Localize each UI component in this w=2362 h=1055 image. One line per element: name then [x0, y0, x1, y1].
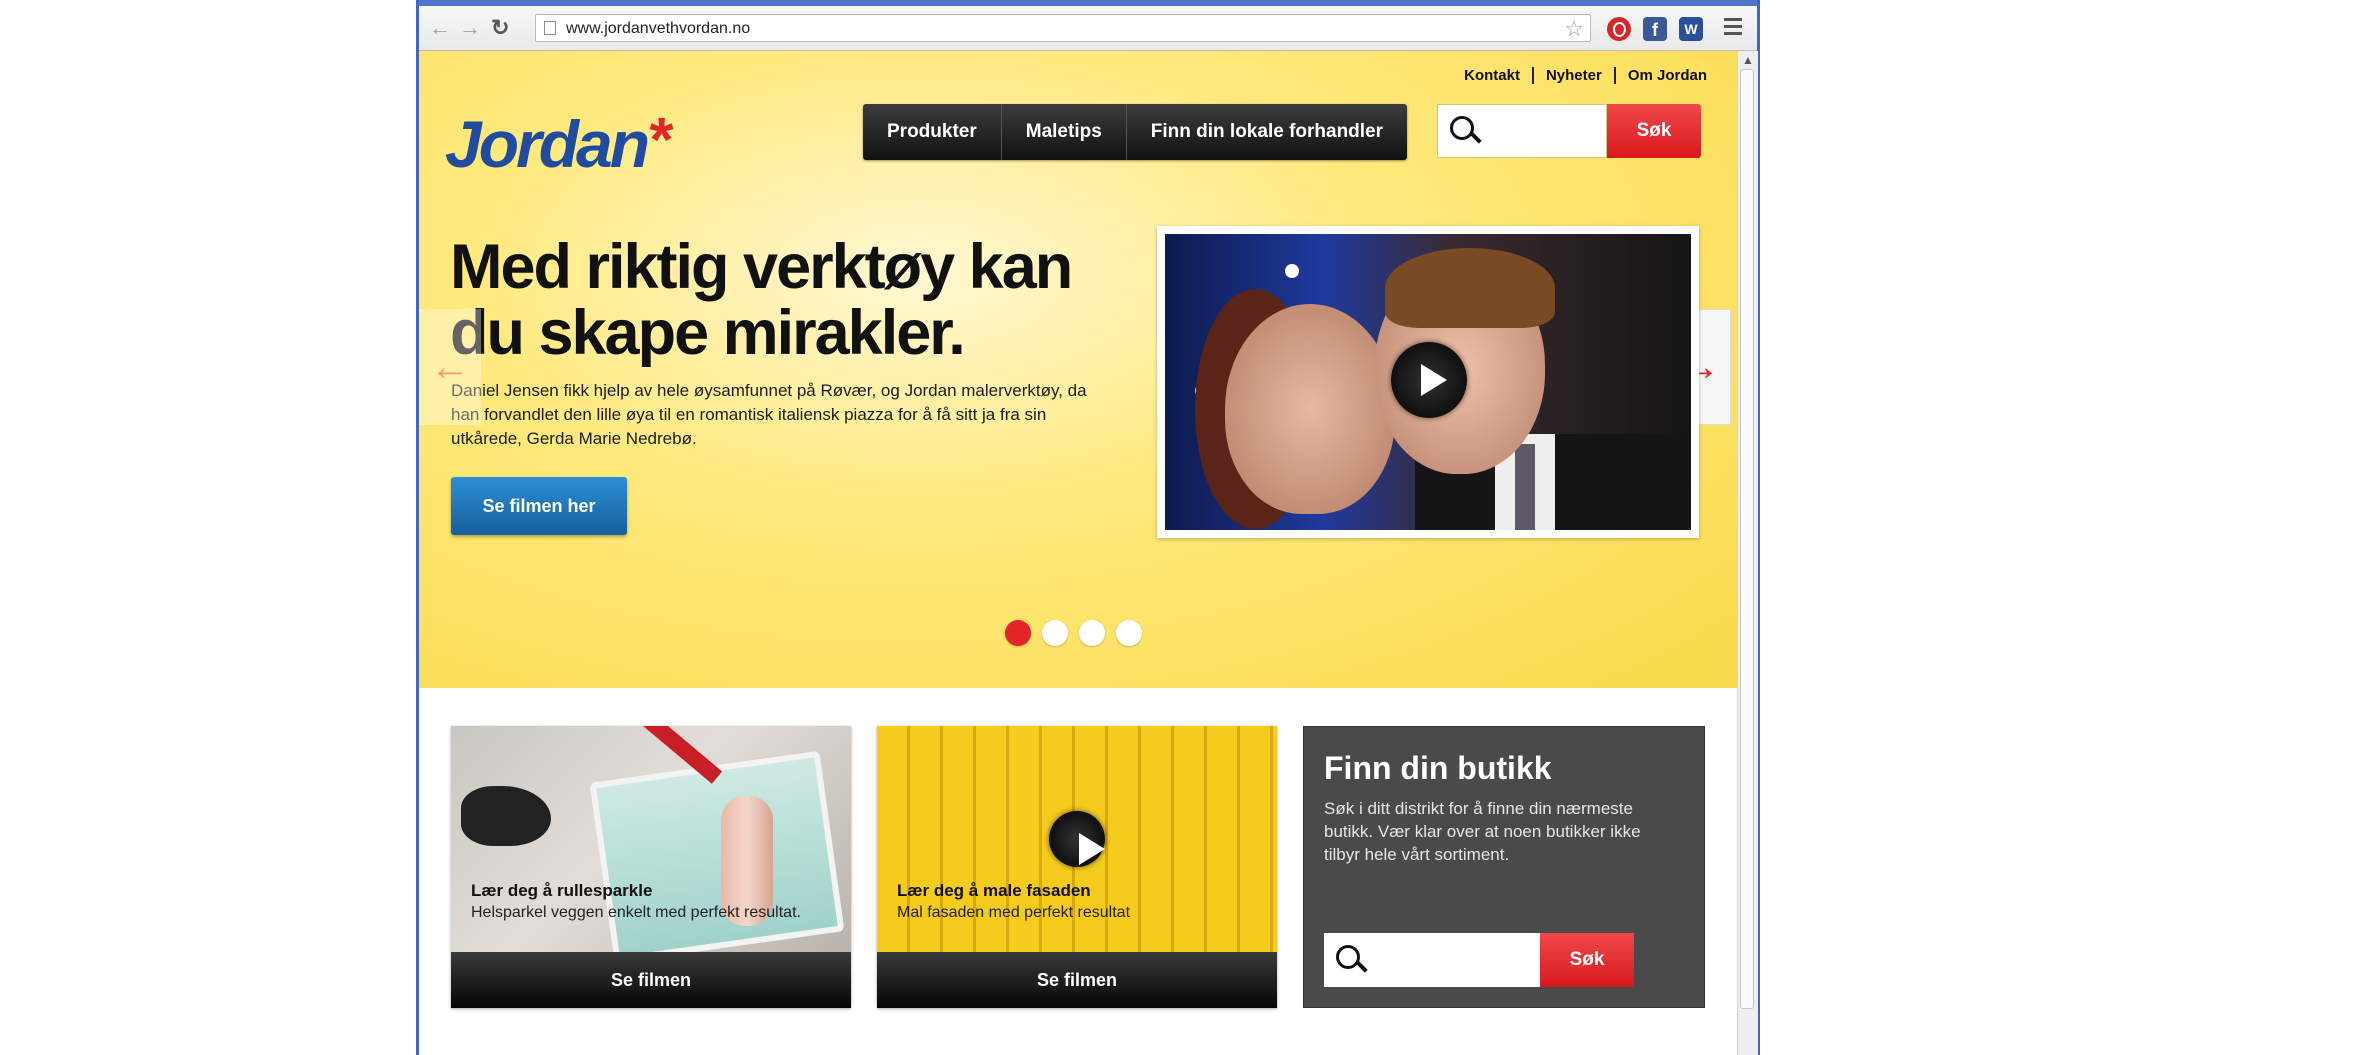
- opera-extension-icon[interactable]: [1607, 17, 1631, 41]
- vertical-scrollbar[interactable]: ▲: [1737, 51, 1758, 1055]
- nav-item-finn-forhandler[interactable]: Finn din lokale forhandler: [1125, 104, 1407, 160]
- hero-lead: Daniel Jensen fikk hjelp av hele øysamfu…: [451, 381, 1087, 448]
- card-subtitle: Helsparkel veggen enkelt med perfekt res…: [471, 904, 801, 921]
- play-icon[interactable]: [1391, 342, 1467, 418]
- back-icon[interactable]: ←: [429, 16, 451, 40]
- search-icon: [1336, 945, 1360, 969]
- url-text[interactable]: www.jordanvethvordan.no: [566, 20, 750, 38]
- forward-icon[interactable]: →: [459, 16, 481, 40]
- top-link-nyheter[interactable]: Nyheter: [1531, 67, 1614, 84]
- word-extension-icon[interactable]: W: [1679, 17, 1703, 41]
- slider-dot-3[interactable]: [1079, 620, 1105, 646]
- store-search-input[interactable]: [1324, 933, 1540, 987]
- logo-text: Jordan: [445, 107, 650, 181]
- logo-star-icon: *: [647, 106, 672, 175]
- main-nav: Produkter Maletips Finn din lokale forha…: [863, 104, 1408, 160]
- store-finder-heading: Finn din butikk: [1324, 750, 1552, 786]
- facebook-extension-icon[interactable]: f: [1643, 17, 1667, 41]
- browser-menu-icon[interactable]: [1724, 18, 1742, 39]
- browser-toolbar: ← → ↻ www.jordanvethvordan.no ☆ f W: [419, 6, 1757, 51]
- scroll-up-icon[interactable]: ▲: [1742, 53, 1754, 67]
- card-rullesparkle[interactable]: Lær deg å rullesparkle Helsparkel veggen…: [451, 726, 851, 1008]
- slider-dot-4[interactable]: [1116, 620, 1142, 646]
- top-link-kontakt[interactable]: Kontakt: [1452, 67, 1532, 84]
- slider-prev-arrow-icon[interactable]: ←: [419, 309, 481, 425]
- header-search-button[interactable]: Søk: [1607, 104, 1701, 158]
- slider-dots: [1005, 620, 1142, 646]
- card-title: Lær deg å male fasaden: [897, 881, 1091, 900]
- browser-window: ← → ↻ www.jordanvethvordan.no ☆ f W Kont…: [416, 0, 1760, 1055]
- watch-film-button[interactable]: Se filmen her: [451, 477, 627, 535]
- nav-item-produkter[interactable]: Produkter: [863, 104, 1001, 160]
- top-links: Kontakt Nyheter Om Jordan: [1452, 67, 1707, 84]
- hero-headline: Med riktig verktøy kan du skape mirakler…: [450, 232, 1073, 368]
- address-bar[interactable]: www.jordanvethvordan.no ☆: [535, 14, 1591, 42]
- store-finder: Finn din butikk Søk i ditt distrikt for …: [1303, 726, 1705, 1008]
- search-icon: [1450, 116, 1474, 140]
- header-search: Søk: [1437, 104, 1701, 158]
- slider-dot-2[interactable]: [1042, 620, 1068, 646]
- card-male-fasaden[interactable]: Lær deg å male fasaden Mal fasaden med p…: [877, 726, 1277, 1008]
- card-title: Lær deg å rullesparkle: [471, 881, 653, 900]
- nav-item-maletips[interactable]: Maletips: [1000, 104, 1126, 160]
- store-search-button[interactable]: Søk: [1540, 933, 1634, 987]
- bookmark-star-icon[interactable]: ☆: [1564, 16, 1584, 42]
- jordan-logo[interactable]: Jordan*: [445, 101, 671, 184]
- header-search-input[interactable]: [1437, 104, 1607, 158]
- hero-section: Kontakt Nyheter Om Jordan Jordan* Produkte…: [419, 51, 1737, 689]
- page-icon: [544, 21, 556, 35]
- feature-cards: Lær deg å rullesparkle Helsparkel veggen…: [419, 688, 1737, 1055]
- card-watch-button[interactable]: Se filmen: [451, 952, 851, 1008]
- reload-icon[interactable]: ↻: [491, 16, 509, 40]
- slider-dot-1[interactable]: [1005, 620, 1031, 646]
- store-finder-description: Søk i ditt distrikt for å finne din nærm…: [1324, 799, 1641, 864]
- scrollbar-thumb[interactable]: [1740, 69, 1754, 1009]
- card-watch-button[interactable]: Se filmen: [877, 952, 1277, 1008]
- page-viewport: Kontakt Nyheter Om Jordan Jordan* Produkte…: [419, 51, 1737, 1055]
- play-icon[interactable]: [1049, 811, 1105, 867]
- top-link-om-jordan[interactable]: Om Jordan: [1613, 67, 1707, 84]
- hero-video[interactable]: [1157, 226, 1699, 538]
- card-subtitle: Mal fasaden med perfekt resultat: [897, 904, 1131, 921]
